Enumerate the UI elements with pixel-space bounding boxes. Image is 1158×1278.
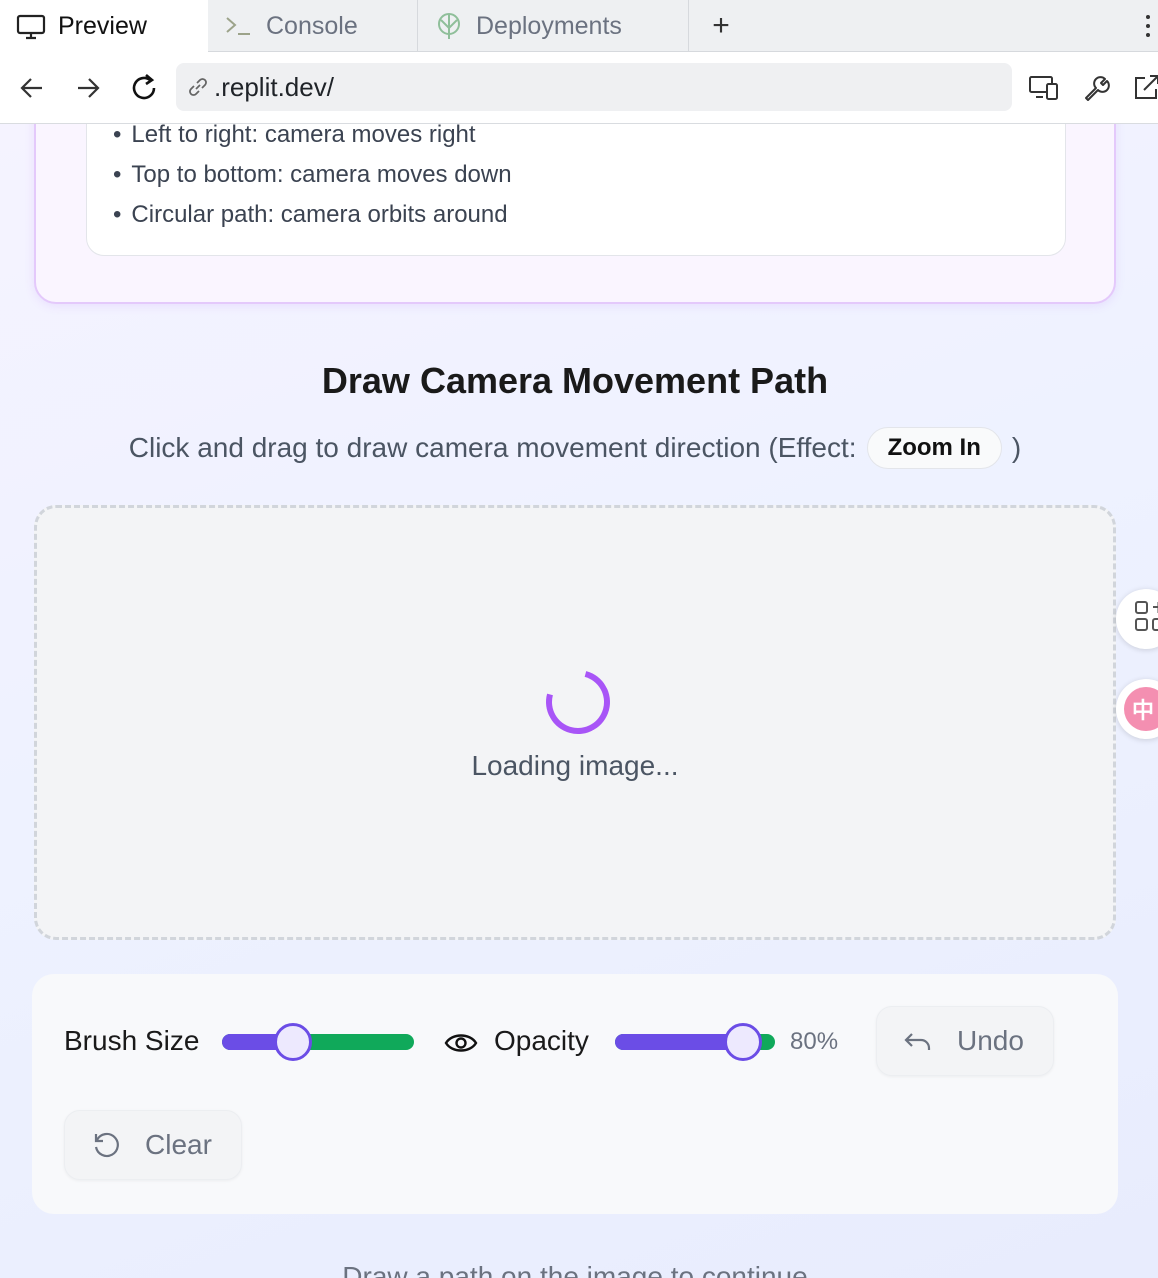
loading-spinner-icon [534,658,622,746]
link-icon [189,78,207,96]
loading-text: Loading image... [471,750,679,781]
side-translate-button[interactable]: 中 [1116,679,1158,739]
undo-label: Undo [957,1025,1024,1056]
reset-icon [94,1132,119,1158]
section-title: Draw Camera Movement Path [321,360,829,401]
brush-size-thumb[interactable] [274,1023,313,1061]
brush-controls: Brush Size Opacity 80% Undo Clear [32,974,1118,1214]
tab-preview[interactable]: Preview [0,0,208,53]
url-bar[interactable]: .replit.dev/ [176,63,1012,111]
tab-deployments-label: Deployments [476,11,622,40]
url-text: .replit.dev/ [214,71,334,102]
bottom-hint: Draw a path on the image to continue [342,1261,808,1278]
clear-button[interactable]: Clear [64,1110,242,1180]
eye-icon [444,1034,478,1052]
info-card: Left to right: camera moves right Top to… [34,124,1116,304]
plus-icon: + [712,9,730,42]
open-new-window-icon[interactable] [1128,70,1158,106]
list-item: Circular path: camera orbits around [113,195,512,235]
list-item: Left to right: camera moves right [113,124,512,155]
list-item: Top to bottom: camera moves down [113,155,511,195]
opacity-label: Opacity [494,1025,589,1056]
monitor-icon [16,14,46,39]
opacity-slider[interactable] [615,1023,775,1061]
instruction-text: Click and drag to draw camera movement d… [128,432,857,463]
deployments-icon [438,13,460,39]
side-grid-button[interactable] [1116,589,1158,649]
effect-badge: Zoom In [866,427,1002,469]
info-panel: Left to right: camera moves right Top to… [86,124,1066,256]
undo-icon [904,1033,931,1050]
opacity-thumb[interactable] [724,1023,762,1061]
translate-icon: 中 [1124,687,1158,731]
back-icon[interactable] [14,70,50,106]
brush-size-slider[interactable] [222,1023,414,1061]
preview-page: Left to right: camera moves right Top to… [0,124,1158,1278]
instruction-close-paren: ) [1011,432,1022,463]
opacity-value: 80% [790,1028,839,1055]
refresh-icon[interactable] [126,70,162,106]
tab-console-label: Console [266,11,358,40]
grid-icon [1135,601,1158,631]
drawing-canvas[interactable]: Loading image... [34,505,1116,940]
forward-icon[interactable] [70,70,106,106]
wrench-icon[interactable] [1078,70,1114,106]
direction-tips-list: Left to right: camera moves right Top to… [113,124,512,235]
brush-size-label: Brush Size [64,1025,200,1056]
devices-icon[interactable] [1026,70,1062,106]
terminal-icon [226,17,250,35]
tab-console[interactable]: Console [208,0,418,52]
browser-toolbar: .replit.dev/ [0,52,1158,124]
undo-button[interactable]: Undo [876,1006,1054,1076]
draw-instruction: Click and drag to draw camera movement d… [0,427,1150,469]
tab-bar: Preview Console Deployments + [0,0,1158,53]
new-tab-button[interactable]: + [689,0,753,52]
tab-preview-label: Preview [58,12,147,40]
more-options-icon[interactable] [1142,8,1154,44]
tab-deployments[interactable]: Deployments [418,0,689,52]
clear-label: Clear [145,1129,212,1160]
